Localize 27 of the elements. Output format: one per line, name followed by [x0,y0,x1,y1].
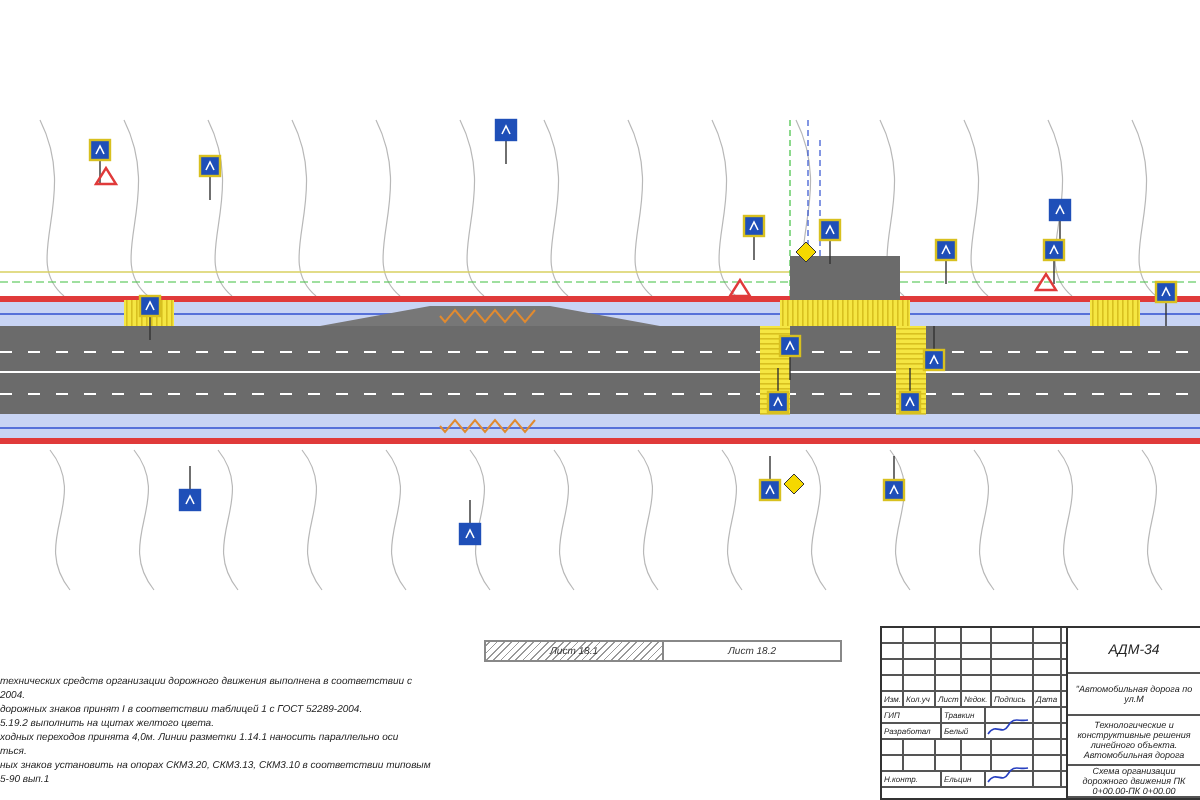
side-road [790,256,900,300]
crosswalk [1090,300,1140,326]
road-sign-icon [742,214,766,261]
road-sign-icon [1048,198,1072,245]
road-sign-icon [882,455,906,502]
road-sign-icon [1154,280,1178,327]
road-sign-icon [88,138,112,185]
road-sign-icon [778,334,802,381]
warning-triangle-icon [93,165,119,186]
road-sign-icon [922,325,946,372]
warning-triangle-icon [1033,271,1059,292]
warning-triangle-icon [727,277,753,298]
road-sign-icon [934,238,958,285]
road-sign-icon [178,465,202,512]
zigzag-marking [439,308,536,324]
priority-diamond-icon [795,241,817,263]
priority-diamond-icon [783,473,805,495]
road-sign-icon [1042,238,1066,285]
road-sign-icon [758,455,782,502]
road-sign-icon [494,118,518,165]
zigzag-marking [439,418,536,434]
road-sign-icon [898,367,922,414]
road-sign-icon [198,154,222,201]
road-sign-icon [458,499,482,546]
road-sign-icon [138,294,162,341]
road-sign-icon [818,218,842,265]
road-sign-icon [766,367,790,414]
